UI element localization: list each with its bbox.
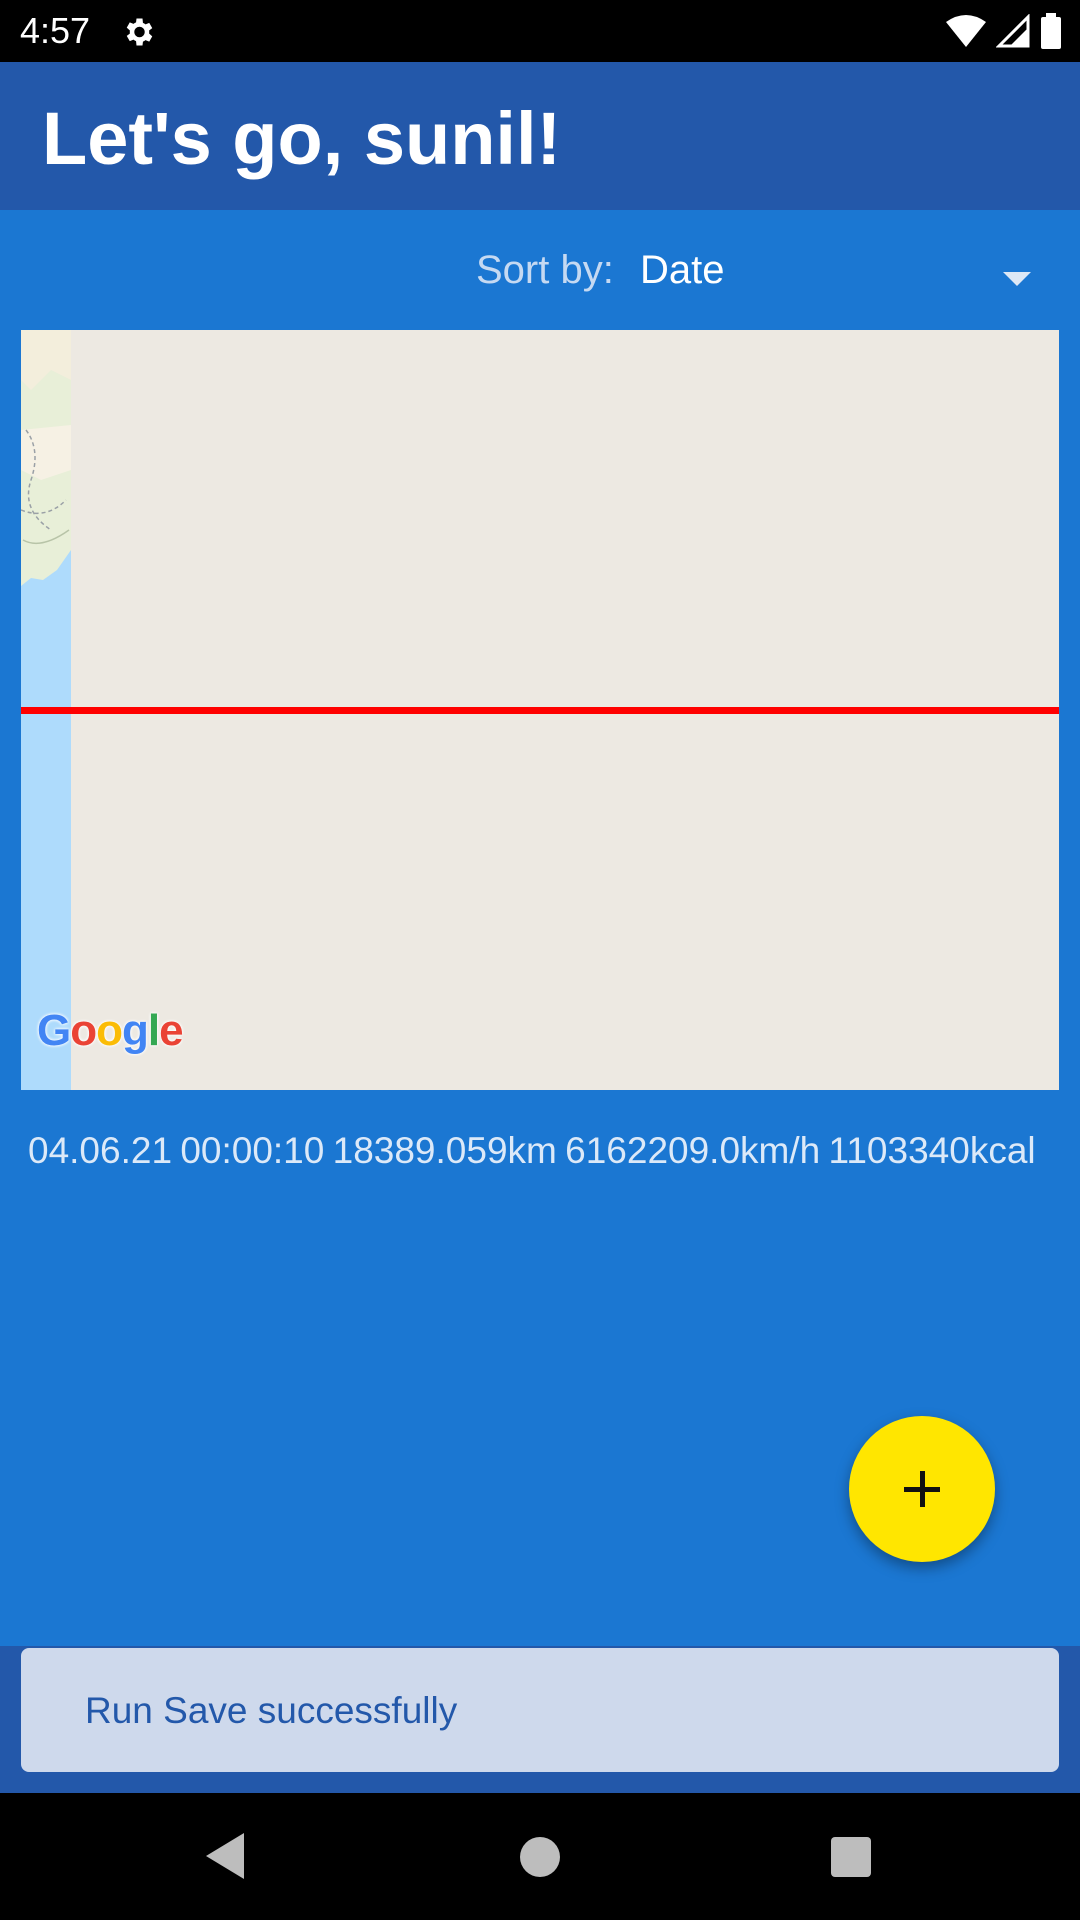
settings-gear-icon xyxy=(126,18,153,46)
snackbar: Run Save successfully xyxy=(21,1648,1059,1772)
run-route-line xyxy=(21,707,1059,714)
chevron-down-icon[interactable] xyxy=(1003,272,1031,286)
home-icon[interactable] xyxy=(520,1837,560,1877)
signal-icon xyxy=(996,14,1030,48)
sort-label: Sort by: xyxy=(476,248,614,292)
run-calories: 1103340kcal xyxy=(828,1130,1036,1171)
status-bar: 4:57 xyxy=(0,0,1080,62)
app-bar: Let's go, sunil! xyxy=(0,62,1080,210)
run-map[interactable]: Google xyxy=(21,330,1059,1090)
run-date: 04.06.21 xyxy=(28,1130,173,1171)
add-run-button[interactable] xyxy=(849,1416,995,1562)
run-distance: 18389.059km xyxy=(332,1130,557,1171)
run-speed: 6162209.0km/h xyxy=(565,1130,821,1171)
page-title: Let's go, sunil! xyxy=(42,97,562,180)
status-time: 4:57 xyxy=(20,10,91,51)
run-stats[interactable]: 04.06.21 00:00:10 18389.059km 6162209.0k… xyxy=(28,1130,1068,1172)
runs-list: Sort by: Date Google 04.06.21 00:00:10 1… xyxy=(0,210,1080,1793)
recents-icon[interactable] xyxy=(831,1837,871,1877)
google-logo: Google xyxy=(37,1006,184,1055)
back-icon[interactable] xyxy=(206,1833,244,1879)
run-duration: 00:00:10 xyxy=(180,1130,325,1171)
system-nav-bar xyxy=(0,1793,1080,1920)
sort-selected-value[interactable]: Date xyxy=(640,248,725,293)
status-icons xyxy=(946,12,1062,50)
wifi-icon xyxy=(946,15,986,47)
sort-dropdown[interactable]: Sort by: Date xyxy=(0,234,1080,306)
battery-icon xyxy=(1041,13,1061,49)
snackbar-message: Run Save successfully xyxy=(85,1690,458,1731)
